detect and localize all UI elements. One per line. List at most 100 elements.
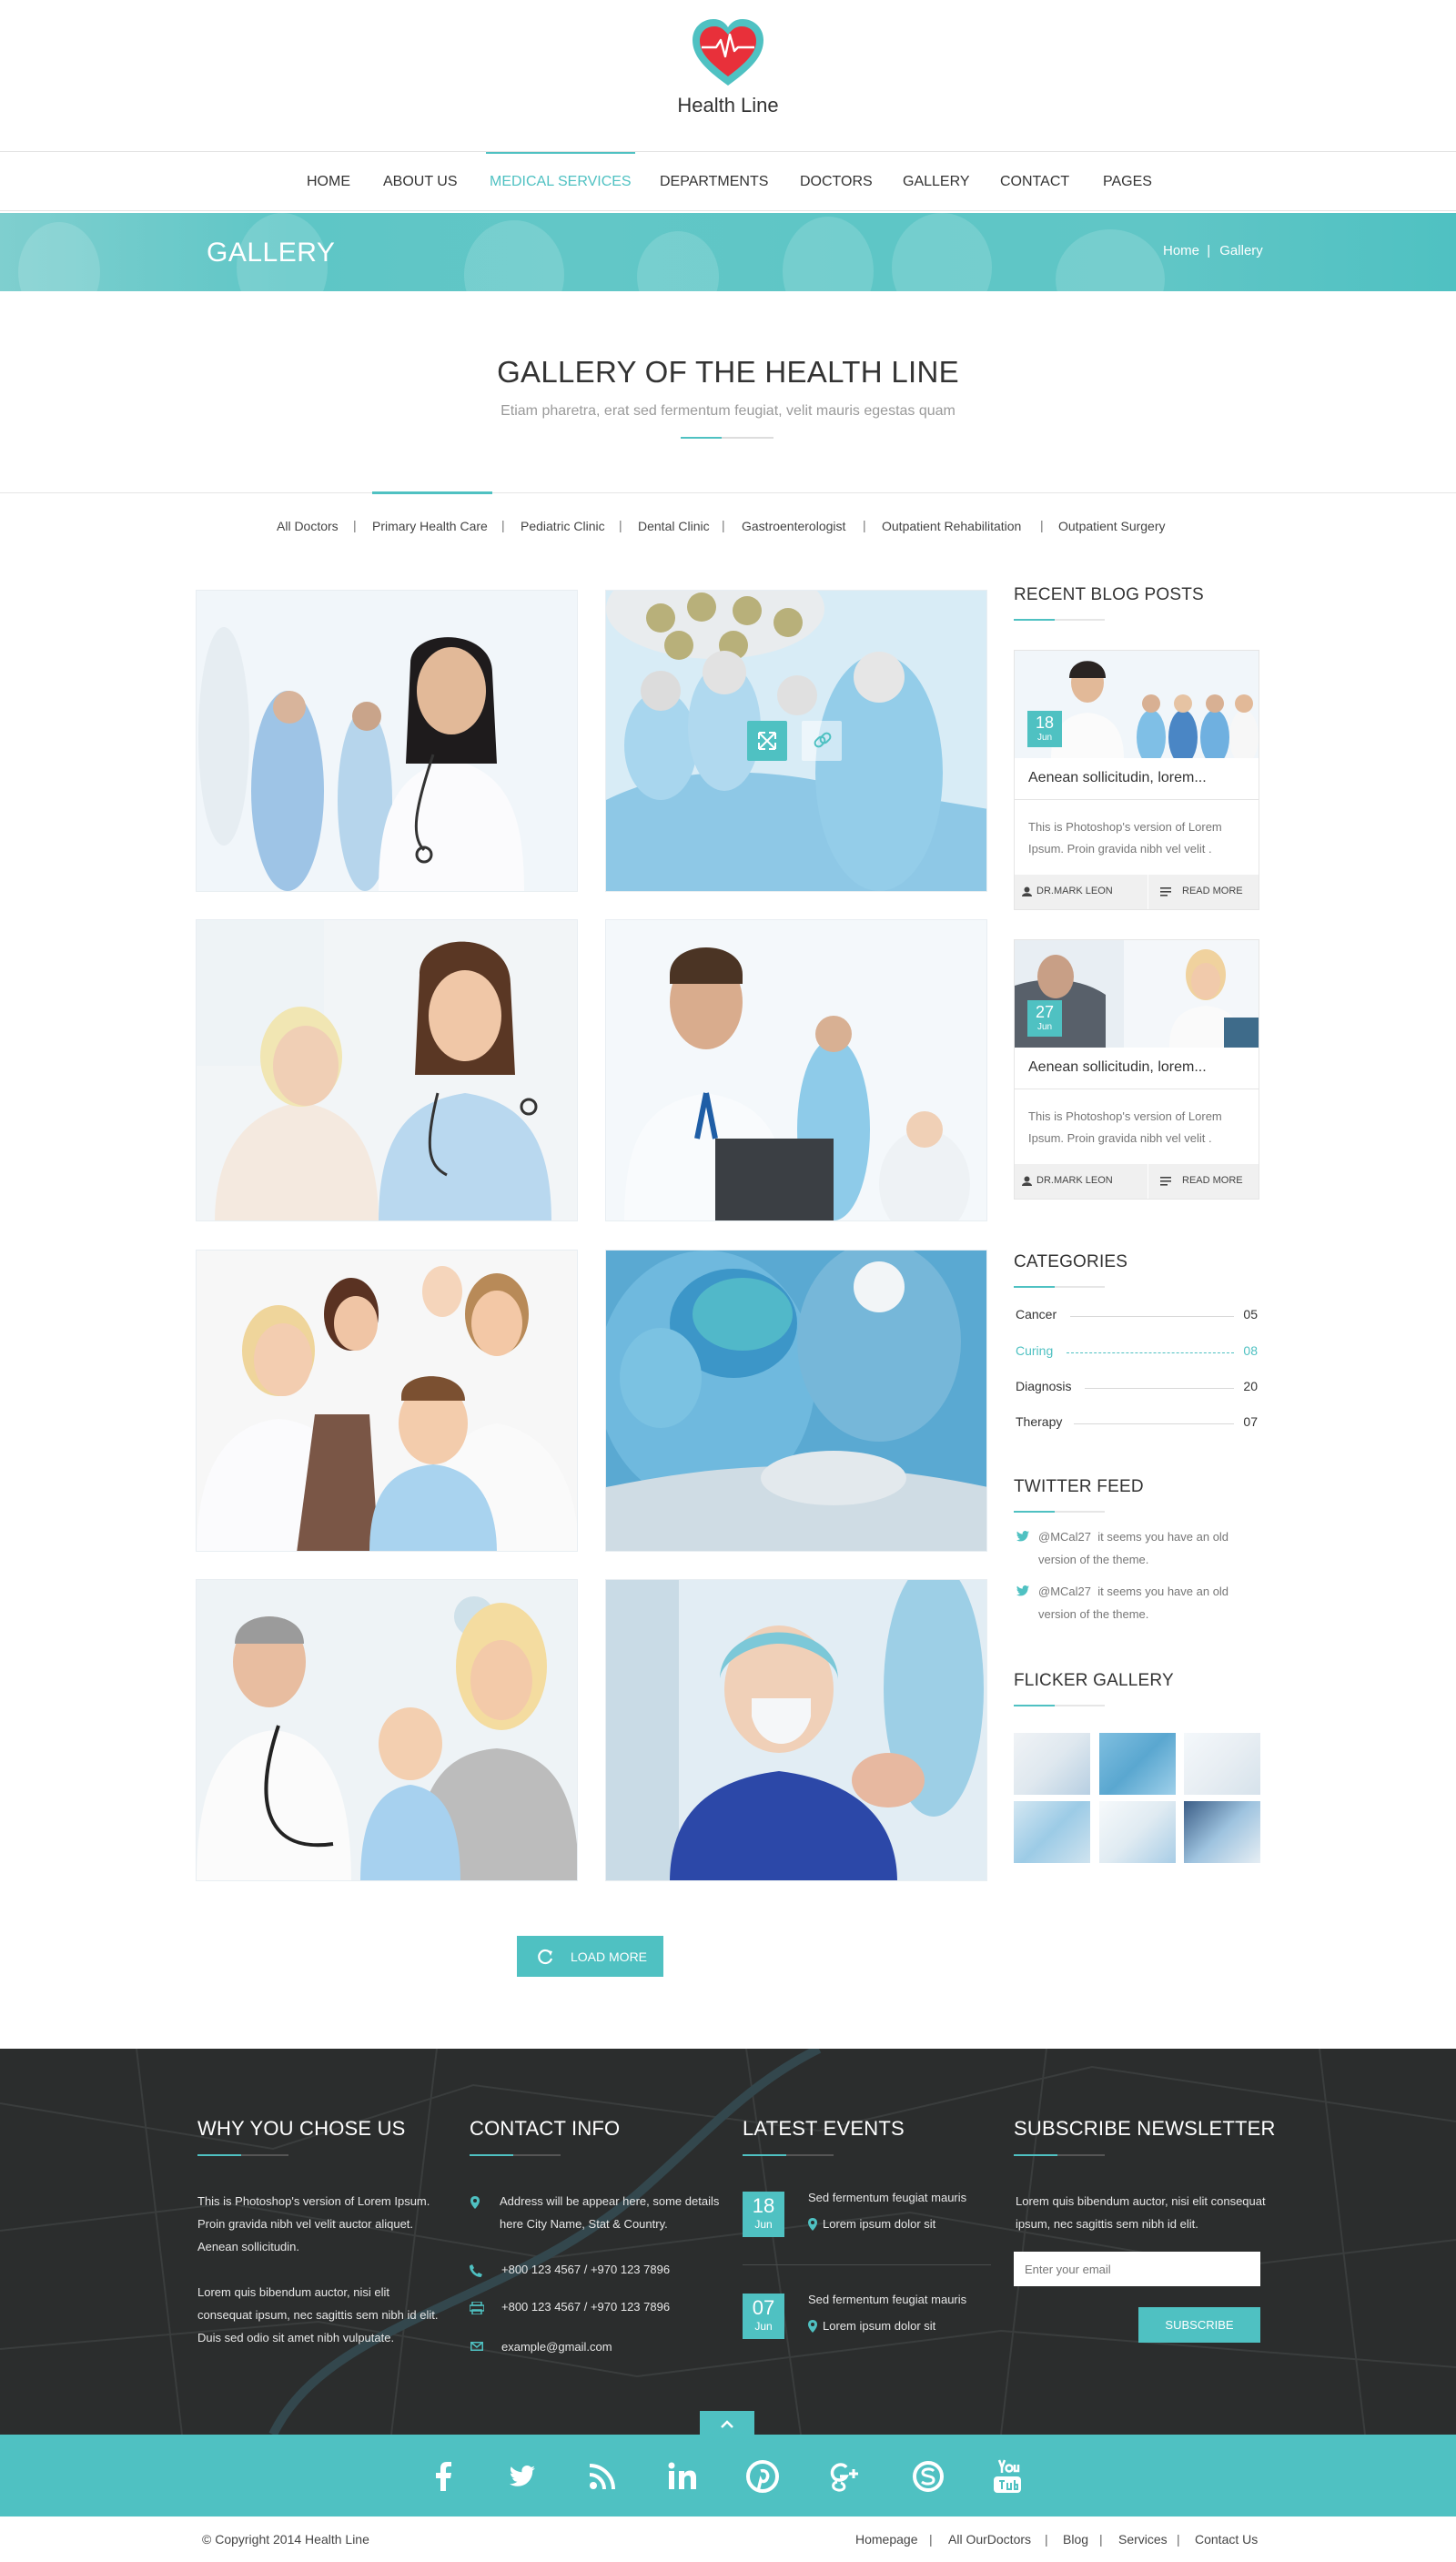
contact-phone[interactable]: +800 123 4567 / +970 123 7896 (501, 2258, 670, 2281)
heading-rule-accent (1014, 1286, 1055, 1288)
flicker-thumb[interactable] (1099, 1801, 1176, 1863)
blog-post-card[interactable]: 27 Jun Aenean sollicitudin, lorem... Thi… (1014, 939, 1259, 1200)
footer-link-all-doctors[interactable]: All OurDoctors (948, 2532, 1031, 2547)
newsletter-text: Lorem quis bibendum auctor, nisi elit co… (1016, 2194, 1266, 2231)
envelope-icon (470, 2342, 483, 2351)
rss-icon[interactable] (582, 2456, 622, 2496)
filter-outpatient-rehabilitation[interactable]: Outpatient Rehabilitation (882, 519, 1021, 533)
tweet-handle[interactable]: @MCal27 (1038, 1585, 1091, 1598)
date-day: 27 (1035, 1003, 1055, 1021)
filter-separator: | (619, 518, 622, 532)
subscribe-button[interactable]: SUBSCRIBE (1138, 2307, 1260, 2343)
footer-link-contact-us[interactable]: Contact Us (1195, 2532, 1258, 2547)
nav-item-medical-services[interactable]: MEDICAL SERVICES (486, 152, 635, 212)
contact-info-title: CONTACT INFO (470, 2117, 621, 2140)
event-location: Lorem ipsum dolor sit (823, 2217, 936, 2231)
event-title[interactable]: Sed fermentum feugiat mauris (808, 2186, 966, 2209)
link-icon[interactable] (802, 721, 842, 761)
gallery-item-surgery-team[interactable] (605, 590, 987, 892)
filter-primary-health-care[interactable]: Primary Health Care (372, 519, 488, 533)
pinterest-icon[interactable] (743, 2456, 783, 2496)
filter-separator: | (353, 518, 357, 532)
category-leader (1085, 1388, 1234, 1389)
filter-all-doctors[interactable]: All Doctors (277, 519, 339, 533)
read-more-link[interactable]: READ MORE (1182, 1175, 1243, 1186)
nav-item-contact[interactable]: CONTACT (1000, 152, 1069, 212)
heart-logo-icon[interactable] (689, 16, 767, 89)
nav-item-pages[interactable]: PAGES (1103, 152, 1152, 212)
linkedin-icon[interactable] (662, 2456, 703, 2496)
footer-link-services[interactable]: Services (1118, 2532, 1168, 2547)
gallery-item-nurse-patient[interactable] (196, 919, 578, 1221)
flicker-thumb[interactable] (1014, 1733, 1090, 1795)
expand-icon[interactable] (747, 721, 787, 761)
flicker-thumb[interactable] (1014, 1801, 1090, 1863)
footer-link-blog[interactable]: Blog (1063, 2532, 1088, 2547)
blog-post-title[interactable]: Aenean sollicitudin, lorem... (1028, 1059, 1207, 1076)
twitter-icon[interactable] (502, 2456, 542, 2496)
category-item-curing[interactable]: Curing 08 (1016, 1343, 1259, 1358)
gallery-item-doctor-xray[interactable] (605, 919, 987, 1221)
date-month: Jun (1036, 733, 1053, 743)
nav-item-departments[interactable]: DEPARTMENTS (660, 152, 768, 212)
flicker-thumb[interactable] (1184, 1733, 1260, 1795)
filter-gastroenterologist[interactable]: Gastroenterologist (742, 519, 845, 533)
blog-post-card[interactable]: 18 Jun Aenean sollicitudin, lorem... Thi… (1014, 650, 1259, 910)
filter-pediatric-clinic[interactable]: Pediatric Clinic (521, 519, 605, 533)
heading-rule-accent (470, 2154, 513, 2156)
load-more-button[interactable]: LOAD MORE (517, 1936, 663, 1977)
gallery-item-surgeon-mask[interactable] (605, 1579, 987, 1881)
read-more-link[interactable]: READ MORE (1182, 886, 1243, 896)
tweet-item: @MCal27 it seems you have an old version… (1016, 1525, 1253, 1571)
heading-rule-accent (1014, 1705, 1055, 1706)
category-name: Curing (1016, 1343, 1054, 1358)
filter-active-indicator (372, 491, 492, 494)
youtube-icon[interactable] (988, 2456, 1028, 2496)
category-name: Cancer (1016, 1307, 1057, 1322)
blog-post-title[interactable]: Aenean sollicitudin, lorem... (1028, 770, 1207, 786)
gallery-item-doctor-portrait[interactable] (196, 590, 578, 892)
gallery-item-family-pediatrician[interactable] (196, 1250, 578, 1552)
page-title: GALLERY (207, 238, 336, 268)
blog-post-author[interactable]: DR.MARK LEON (1036, 886, 1113, 896)
breadcrumb-home[interactable]: Home (1163, 243, 1199, 258)
category-leader (1067, 1352, 1234, 1353)
heading-rule-accent (1014, 2154, 1057, 2156)
tweet-handle[interactable]: @MCal27 (1038, 1530, 1091, 1544)
category-item-diagnosis[interactable]: Diagnosis 20 (1016, 1379, 1259, 1393)
nav-item-doctors[interactable]: DOCTORS (800, 152, 873, 212)
nav-item-gallery[interactable]: GALLERY (903, 152, 970, 212)
skype-icon[interactable] (908, 2456, 948, 2496)
facebook-icon[interactable] (424, 2456, 464, 2496)
category-item-cancer[interactable]: Cancer 05 (1016, 1307, 1259, 1322)
page: Health Line HOME ABOUT US MEDICAL SERVIC… (0, 0, 1456, 2562)
filter-dental-clinic[interactable]: Dental Clinic (638, 519, 710, 533)
map-pin-icon (808, 2218, 817, 2231)
recent-posts-title: RECENT BLOG POSTS (1014, 585, 1204, 604)
gallery-item-surgeons-operating[interactable] (605, 1250, 987, 1552)
nav-item-about-us[interactable]: ABOUT US (383, 152, 458, 212)
contact-email[interactable]: example@gmail.com (501, 2335, 612, 2358)
event-location: Lorem ipsum dolor sit (823, 2319, 936, 2333)
brand-name[interactable]: Health Line (0, 94, 1456, 117)
back-to-top-button[interactable] (700, 2411, 754, 2436)
category-count: 20 (1243, 1379, 1258, 1393)
list-icon (1160, 1177, 1171, 1186)
phone-icon (470, 2264, 482, 2277)
link-separator: | (929, 2532, 933, 2547)
categories-title: CATEGORIES (1014, 1252, 1128, 1271)
google-plus-icon[interactable] (823, 2456, 863, 2496)
latest-events-title: LATEST EVENTS (743, 2117, 905, 2140)
filter-outpatient-surgery[interactable]: Outpatient Surgery (1058, 519, 1166, 533)
event-title[interactable]: Sed fermentum feugiat mauris (808, 2288, 966, 2311)
flicker-thumb[interactable] (1184, 1801, 1260, 1863)
flicker-thumb[interactable] (1099, 1733, 1176, 1795)
blog-post-author[interactable]: DR.MARK LEON (1036, 1175, 1113, 1186)
nav-item-home[interactable]: HOME (307, 152, 350, 212)
category-item-therapy[interactable]: Therapy 07 (1016, 1414, 1259, 1429)
blog-post-date: 18 Jun (1027, 711, 1062, 747)
gallery-item-doctor-baby[interactable] (196, 1579, 578, 1881)
footer-link-homepage[interactable]: Homepage (855, 2532, 918, 2547)
category-count: 07 (1243, 1414, 1258, 1429)
newsletter-email-input[interactable] (1014, 2252, 1260, 2286)
